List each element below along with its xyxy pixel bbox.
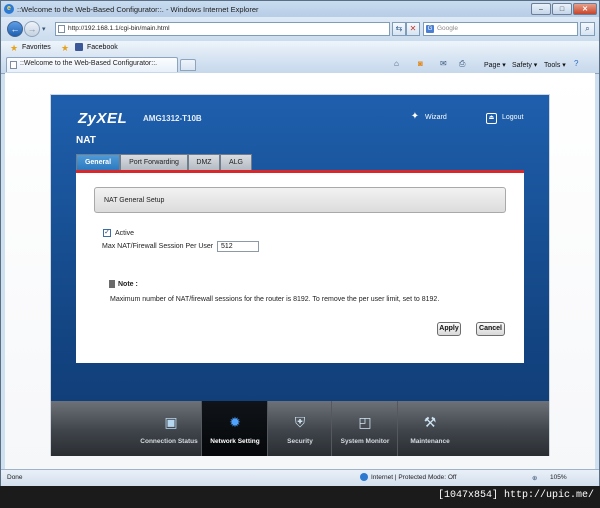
maximize-button[interactable]: □	[552, 3, 572, 15]
google-icon: G	[426, 25, 434, 33]
forward-button[interactable]: →	[24, 21, 40, 37]
nav-security-label: Security	[287, 438, 313, 445]
home-icon[interactable]: ⌂	[394, 59, 399, 68]
session-label: Max NAT/Firewall Session Per User	[102, 243, 214, 250]
feeds-icon[interactable]: ◙	[418, 59, 423, 68]
note-title: Note :	[118, 281, 138, 288]
tab-alg[interactable]: ALG	[220, 154, 252, 170]
help-icon[interactable]: ?	[574, 59, 578, 68]
zoom-level[interactable]: 105%	[550, 474, 567, 481]
shield-icon: ⛨	[294, 414, 306, 430]
globe-icon: ✹	[229, 414, 241, 430]
nav-connection-status-label: Connection Status	[140, 438, 198, 445]
browser-tab[interactable]: ::Welcome to the Web-Based Configurator:…	[6, 57, 178, 72]
security-zone[interactable]: Internet | Protected Mode: Off	[371, 474, 456, 481]
url-text: http://192.168.1.1/cgi-bin/main.html	[68, 25, 170, 32]
internet-zone-icon	[360, 473, 368, 481]
apply-button[interactable]: Apply	[437, 322, 461, 336]
back-button[interactable]: ←	[7, 21, 23, 37]
tab-page-icon	[10, 61, 17, 69]
active-checkbox[interactable]: ✓	[103, 229, 111, 237]
tools-menu[interactable]: Tools ▾	[544, 61, 566, 69]
history-dropdown-icon[interactable]: ▾	[42, 25, 46, 33]
facebook-link[interactable]: Facebook	[87, 44, 118, 51]
page-title: NAT	[76, 135, 96, 146]
search-icon[interactable]: ⌕	[580, 22, 595, 36]
section-title: NAT General Setup	[104, 197, 165, 204]
minimize-button[interactable]: –	[531, 3, 551, 15]
title-bar: e ::Welcome to the Web-Based Configurato…	[1, 1, 599, 17]
stop-icon[interactable]: ✕	[406, 22, 420, 36]
section-header: NAT General Setup	[94, 187, 506, 213]
mail-icon[interactable]: ✉	[440, 59, 447, 68]
zyxel-logo: ZyXEL	[78, 110, 128, 127]
favorites-star-icon: ★	[10, 43, 19, 53]
new-tab-button[interactable]	[180, 59, 196, 71]
logout-link[interactable]: Logout	[502, 114, 523, 121]
add-favorite-icon[interactable]: ★	[61, 43, 69, 53]
model-name: AMG1312-T10B	[143, 114, 202, 123]
facebook-icon	[75, 43, 83, 51]
page-menu[interactable]: Page ▾	[484, 61, 506, 69]
ie-logo-icon: e	[4, 4, 14, 14]
status-bar	[1, 469, 599, 486]
favorites-button[interactable]: Favorites	[22, 44, 51, 51]
tab-title: ::Welcome to the Web-Based Configurator:…	[20, 60, 158, 67]
search-placeholder: Google	[437, 25, 458, 32]
zoom-icon: ⊕	[532, 475, 538, 482]
logout-icon[interactable]: ⏏	[486, 113, 497, 124]
address-bar[interactable]: http://192.168.1.1/cgi-bin/main.html	[55, 22, 390, 36]
session-input[interactable]: 512	[217, 241, 259, 252]
search-box[interactable]: G Google	[423, 22, 578, 36]
cancel-button[interactable]: Cancel	[476, 322, 505, 336]
window-title: ::Welcome to the Web-Based Configurator:…	[17, 5, 259, 14]
tools-icon: ⚒	[423, 414, 437, 430]
note-icon	[109, 280, 115, 288]
page-icon	[58, 25, 65, 33]
monitor-icon: ▣	[164, 414, 178, 430]
active-label: Active	[115, 230, 135, 237]
tab-dmz[interactable]: DMZ	[188, 154, 220, 170]
nav-maintenance-label: Maintenance	[410, 438, 450, 445]
note-text: Maximum number of NAT/firewall sessions …	[110, 296, 440, 303]
close-window-button[interactable]: ✕	[573, 3, 597, 15]
safety-menu[interactable]: Safety ▾	[512, 61, 537, 69]
watermark: [1047x854] http://upic.me/	[437, 490, 594, 501]
status-done: Done	[7, 474, 23, 481]
tab-general[interactable]: General	[76, 154, 120, 170]
nav-network-setting-label: Network Setting	[210, 438, 260, 445]
chart-icon: ◰	[358, 414, 372, 430]
tab-port-forwarding[interactable]: Port Forwarding	[120, 154, 188, 170]
wizard-link[interactable]: Wizard	[425, 114, 447, 121]
wizard-icon[interactable]: ✦	[409, 111, 421, 123]
nav-system-monitor-label: System Monitor	[340, 438, 390, 445]
compatibility-icon[interactable]: ⇆	[392, 22, 406, 36]
session-value: 512	[221, 243, 233, 250]
print-icon[interactable]: ⎙	[459, 59, 465, 69]
